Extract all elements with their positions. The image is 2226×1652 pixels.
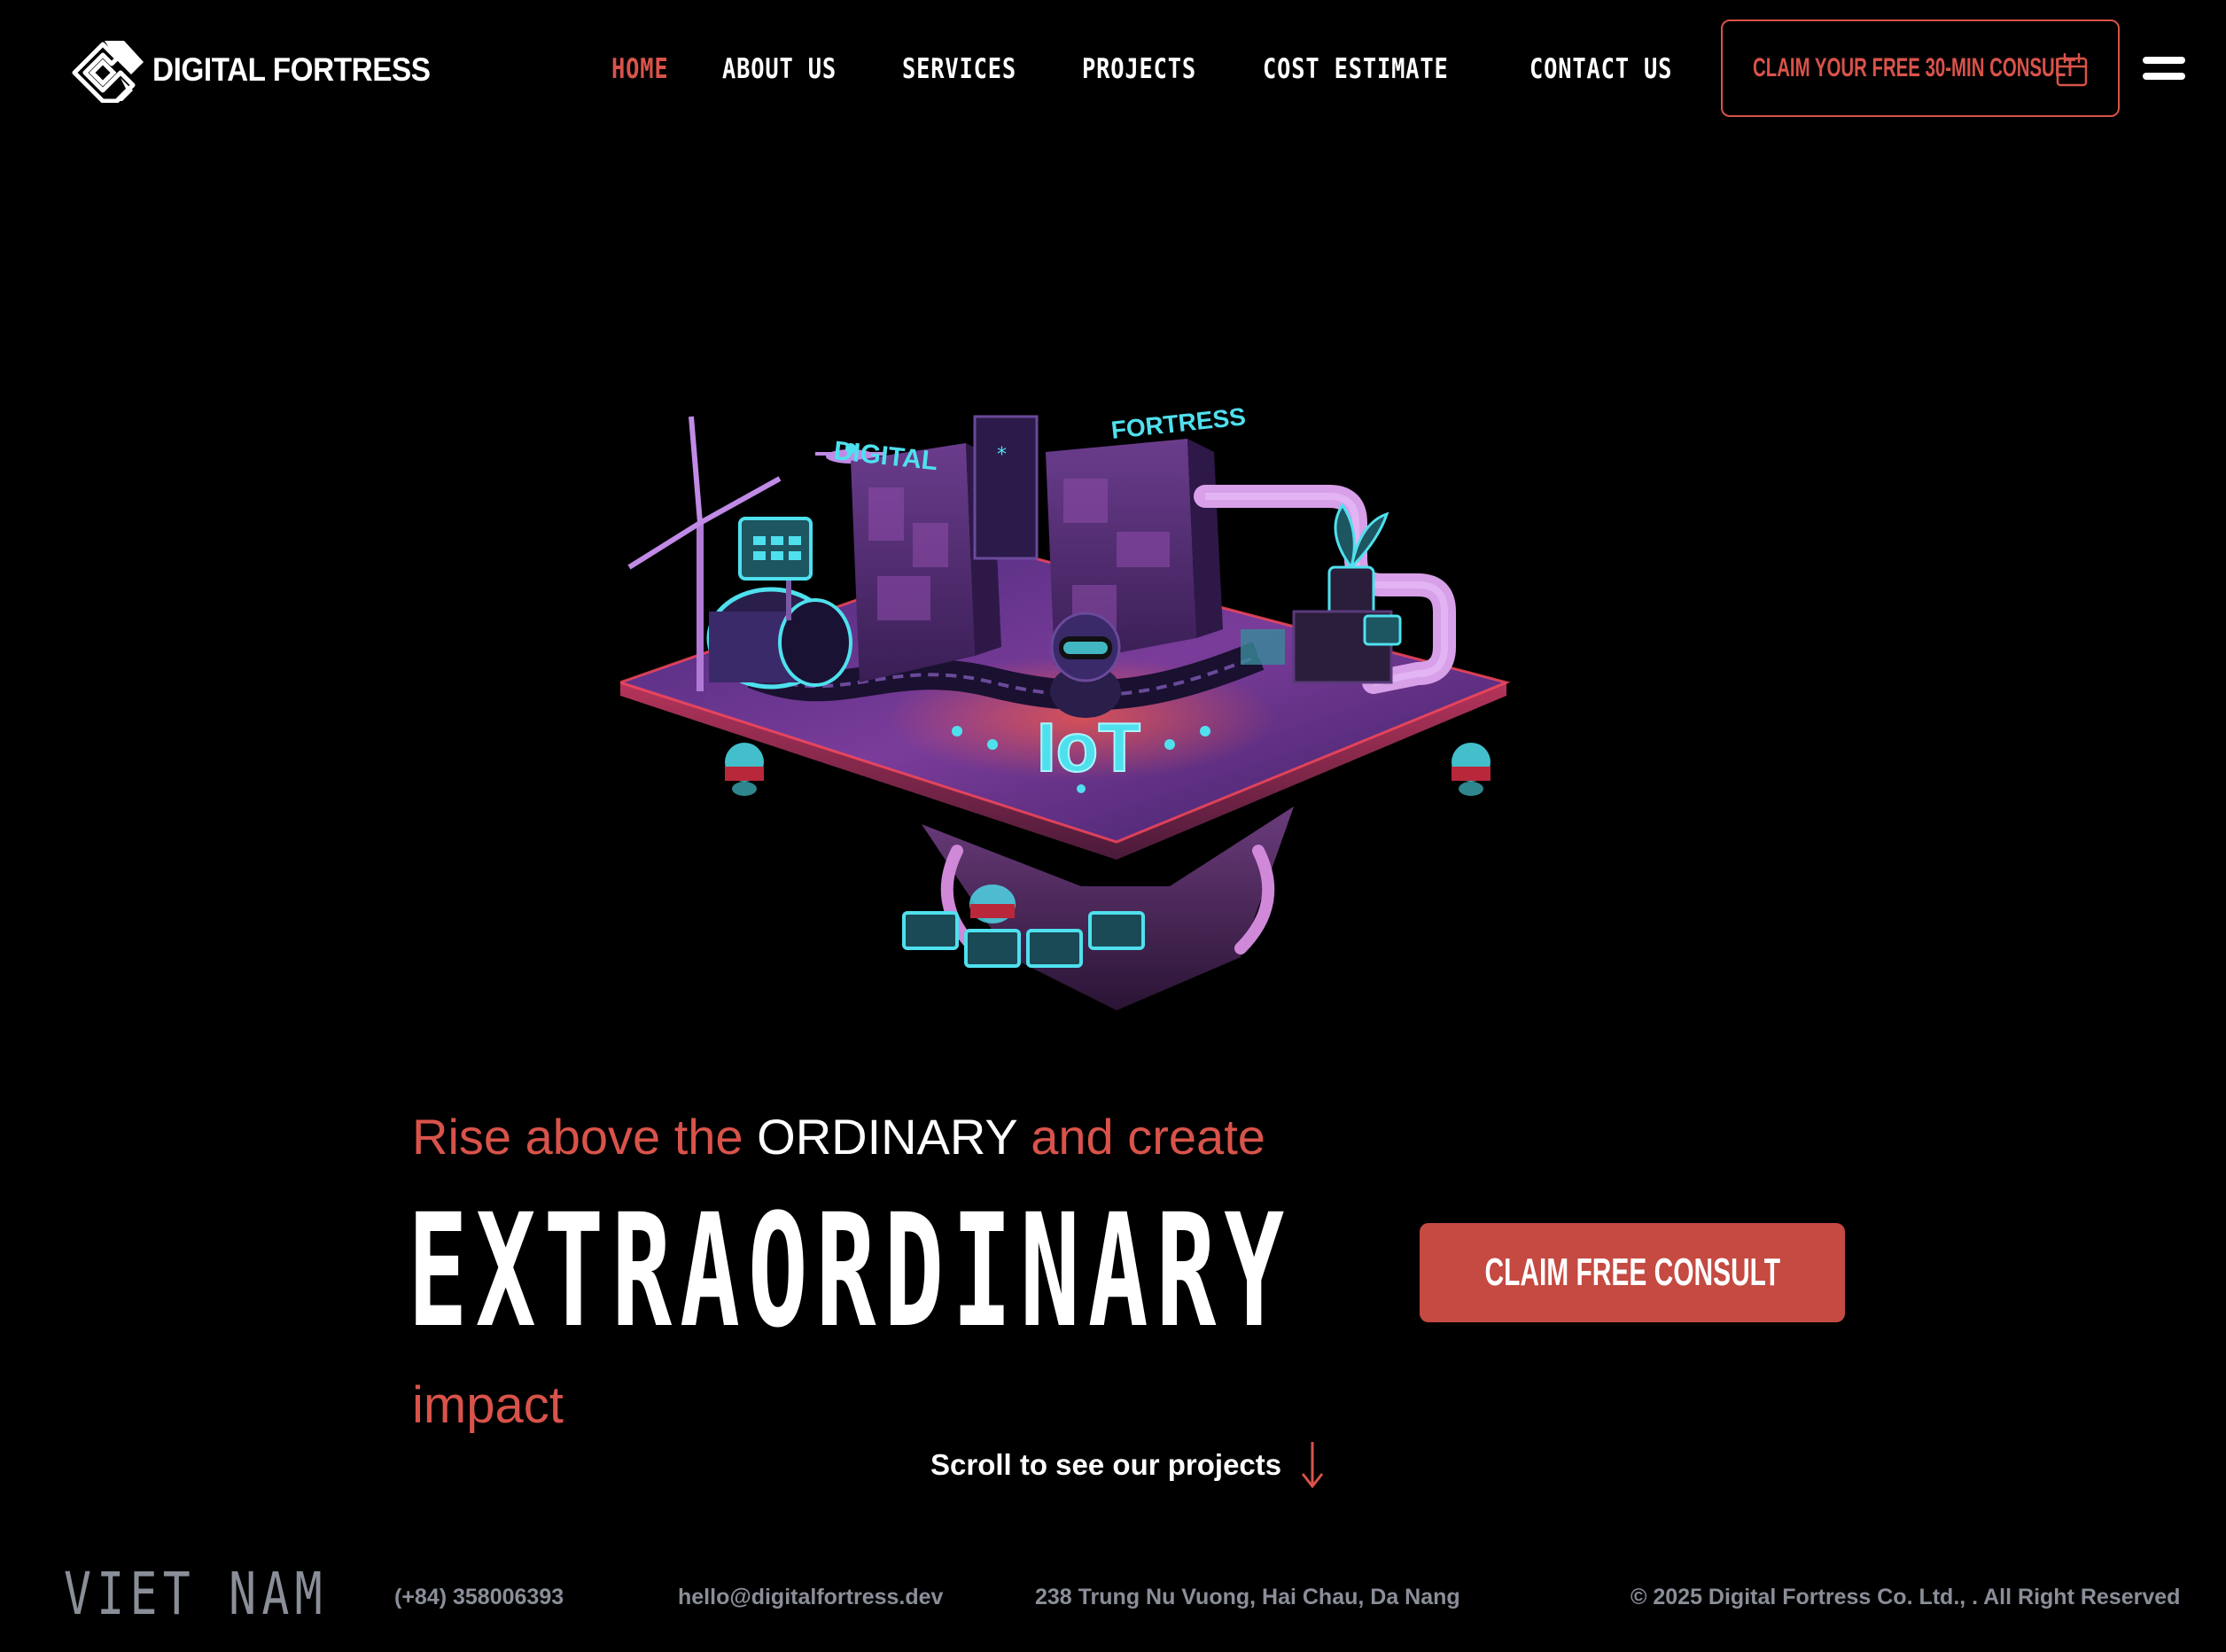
tagline-part-1: Rise above the	[412, 1109, 758, 1165]
footer-copyright: © 2025 Digital Fortress Co. Ltd., . All …	[1631, 1585, 2181, 1609]
calendar-icon	[2056, 53, 2088, 87]
tagline-part-3: and create	[1016, 1109, 1265, 1165]
sign-digital: DIGITAL	[832, 436, 939, 476]
footer-phone-link[interactable]: (+84) 358006393	[394, 1585, 564, 1610]
claim-free-30-min-consult-button[interactable]: CLAIM YOUR FREE 30-MIN CONSULT	[1721, 19, 2120, 117]
consult-button-label: CLAIM YOUR FREE 30-MIN CONSULT	[1753, 53, 2076, 82]
cta-label: CLAIM FREE CONSULT	[1484, 1251, 1780, 1294]
hero-tagline: Rise above the ORDINARY and create	[412, 1108, 1265, 1165]
nav-item-about-us[interactable]: ABOUT US	[722, 53, 837, 85]
sign-fortress: FORTRESS	[1109, 402, 1247, 444]
main-nav: HOME ABOUT US SERVICES PROJECTS COST EST…	[611, 46, 1745, 92]
scroll-to-projects-link[interactable]: Scroll to see our projects	[930, 1440, 1326, 1490]
nav-item-projects[interactable]: PROJECTS	[1082, 53, 1196, 85]
fortress-logo-icon	[72, 41, 144, 103]
site-footer: VIET NAM (+84) 358006393 hello@digitalfo…	[0, 1560, 2226, 1631]
nav-item-contact-us[interactable]: CONTACT US	[1529, 53, 1672, 85]
hamburger-menu-icon[interactable]	[2143, 57, 2185, 82]
scroll-label: Scroll to see our projects	[930, 1448, 1282, 1481]
footer-email-link[interactable]: hello@digitalfortress.dev	[678, 1585, 943, 1610]
tagline-ordinary: ORDINARY	[757, 1109, 1017, 1165]
footer-country: VIET NAM	[64, 1560, 328, 1628]
arrow-down-icon	[1301, 1442, 1324, 1489]
hero-impact: impact	[412, 1376, 564, 1434]
brand-name: DIGITAL FORTRESS	[152, 51, 431, 88]
hero-headline: EXTRAORDINARY	[408, 1181, 1293, 1362]
page: DIGITAL FORTRESS HOME ABOUT US SERVICES …	[0, 0, 2226, 1652]
nav-item-cost-estimate[interactable]: COST ESTIMATE	[1263, 53, 1449, 85]
iot-fortress-illustration: DIGITAL * FORTRESS IoT	[620, 402, 1511, 1010]
nav-item-services[interactable]: SERVICES	[902, 53, 1016, 85]
logo-link[interactable]: DIGITAL FORTRESS	[69, 37, 461, 103]
nav-item-home[interactable]: HOME	[611, 53, 668, 85]
footer-address: 238 Trung Nu Vuong, Hai Chau, Da Nang	[1035, 1585, 1460, 1609]
site-header: DIGITAL FORTRESS HOME ABOUT US SERVICES …	[0, 0, 2226, 142]
sign-iot: IoT	[1037, 708, 1140, 786]
svg-text:*: *	[997, 444, 1007, 466]
claim-free-consult-button[interactable]: CLAIM FREE CONSULT	[1420, 1223, 1845, 1322]
